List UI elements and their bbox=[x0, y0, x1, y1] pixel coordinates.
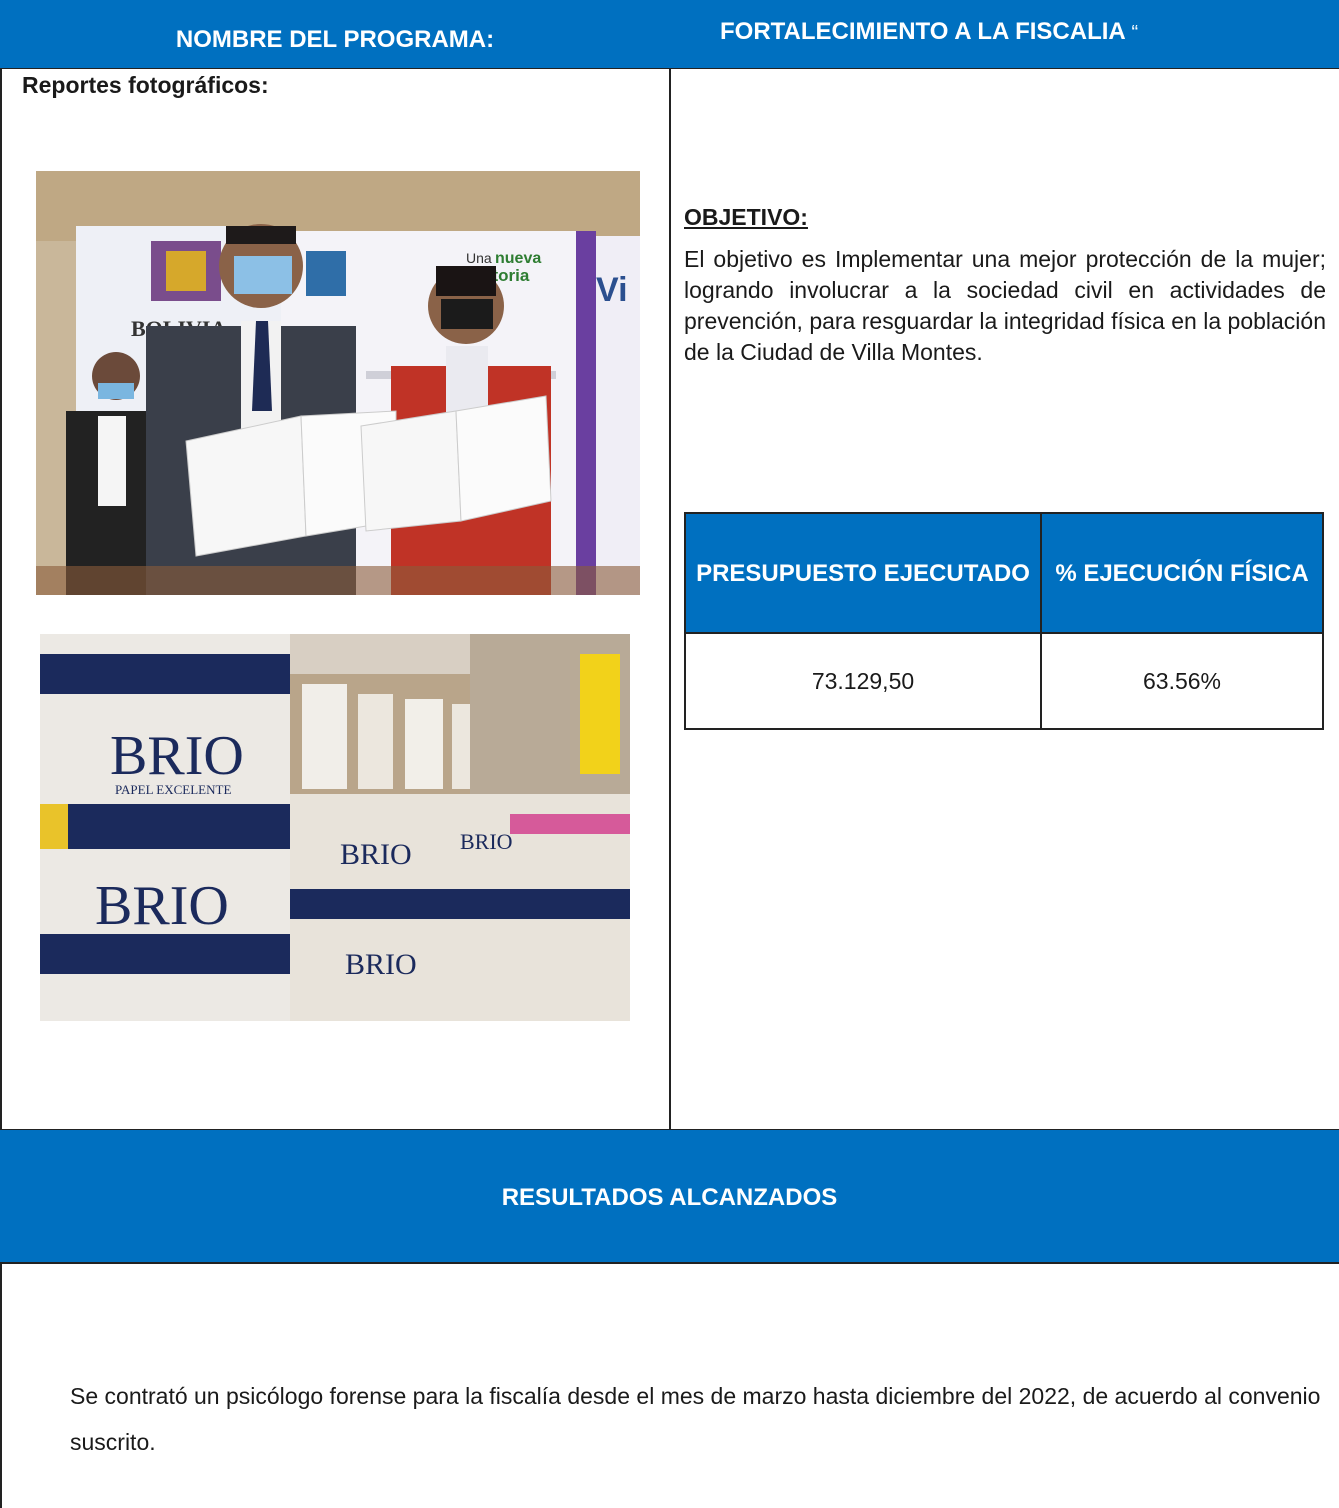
box-brand-mid: BRIO bbox=[340, 838, 412, 871]
box-brand-large: BRIO bbox=[110, 725, 244, 787]
box-brand-lower: BRIO bbox=[95, 875, 229, 937]
banner-center-una: Una bbox=[466, 250, 492, 266]
objective-title: OBJETIVO: bbox=[684, 204, 808, 230]
budget-header-executed: PRESUPUESTO EJECUTADO bbox=[686, 514, 1040, 634]
budget-value-executed: 73.129,50 bbox=[811, 667, 915, 694]
results-header-rule bbox=[0, 1262, 1339, 1264]
signing-ceremony-illustration: BOLIVIA Una nueva Historia Vi bbox=[36, 171, 640, 595]
results-header: RESULTADOS ALCANZADOS bbox=[0, 1130, 1339, 1262]
budget-value-physical: 63.56% bbox=[1142, 667, 1221, 694]
column-divider bbox=[669, 0, 671, 1131]
results-title: RESULTADOS ALCANZADOS bbox=[501, 1184, 838, 1211]
results-text: Se contrató un psicólogo forense para la… bbox=[70, 1383, 1321, 1455]
program-label-cell: NOMBRE DEL PROGRAMA: bbox=[0, 0, 670, 68]
program-label: NOMBRE DEL PROGRAMA: bbox=[175, 26, 495, 53]
budget-header-physical: % EJECUCIÓN FÍSICA bbox=[1042, 514, 1322, 634]
left-border bbox=[0, 0, 2, 1508]
paper-boxes-photo: BRIO PAPEL EXCELENTE BRIO BRIO BRIO BRIO bbox=[40, 634, 630, 1021]
banner-center-nueva: nueva bbox=[495, 250, 541, 267]
program-name: FORTALECIMIENTO A LA FISCALIA bbox=[720, 18, 1125, 45]
box-subtitle: PAPEL EXCELENTE bbox=[115, 782, 231, 797]
paper-boxes-illustration: BRIO PAPEL EXCELENTE BRIO BRIO BRIO BRIO bbox=[40, 634, 630, 1021]
banner-right-text: Vi bbox=[596, 271, 628, 309]
budget-table: PRESUPUESTO EJECUTADO % EJECUCIÓN FÍSICA… bbox=[684, 512, 1324, 730]
signing-ceremony-photo: BOLIVIA Una nueva Historia Vi bbox=[36, 171, 640, 595]
box-brand-mid-lower: BRIO bbox=[345, 948, 417, 981]
photo-reports-label: Reportes fotográficos: bbox=[22, 72, 269, 98]
box-brand-small: BRIO bbox=[460, 829, 513, 854]
program-name-cell: FORTALECIMIENTO A LA FISCALIA “ bbox=[670, 0, 1339, 68]
program-name-quote: “ bbox=[1131, 22, 1139, 44]
objective-text: El objetivo es Implementar una mejor pro… bbox=[684, 246, 1326, 365]
